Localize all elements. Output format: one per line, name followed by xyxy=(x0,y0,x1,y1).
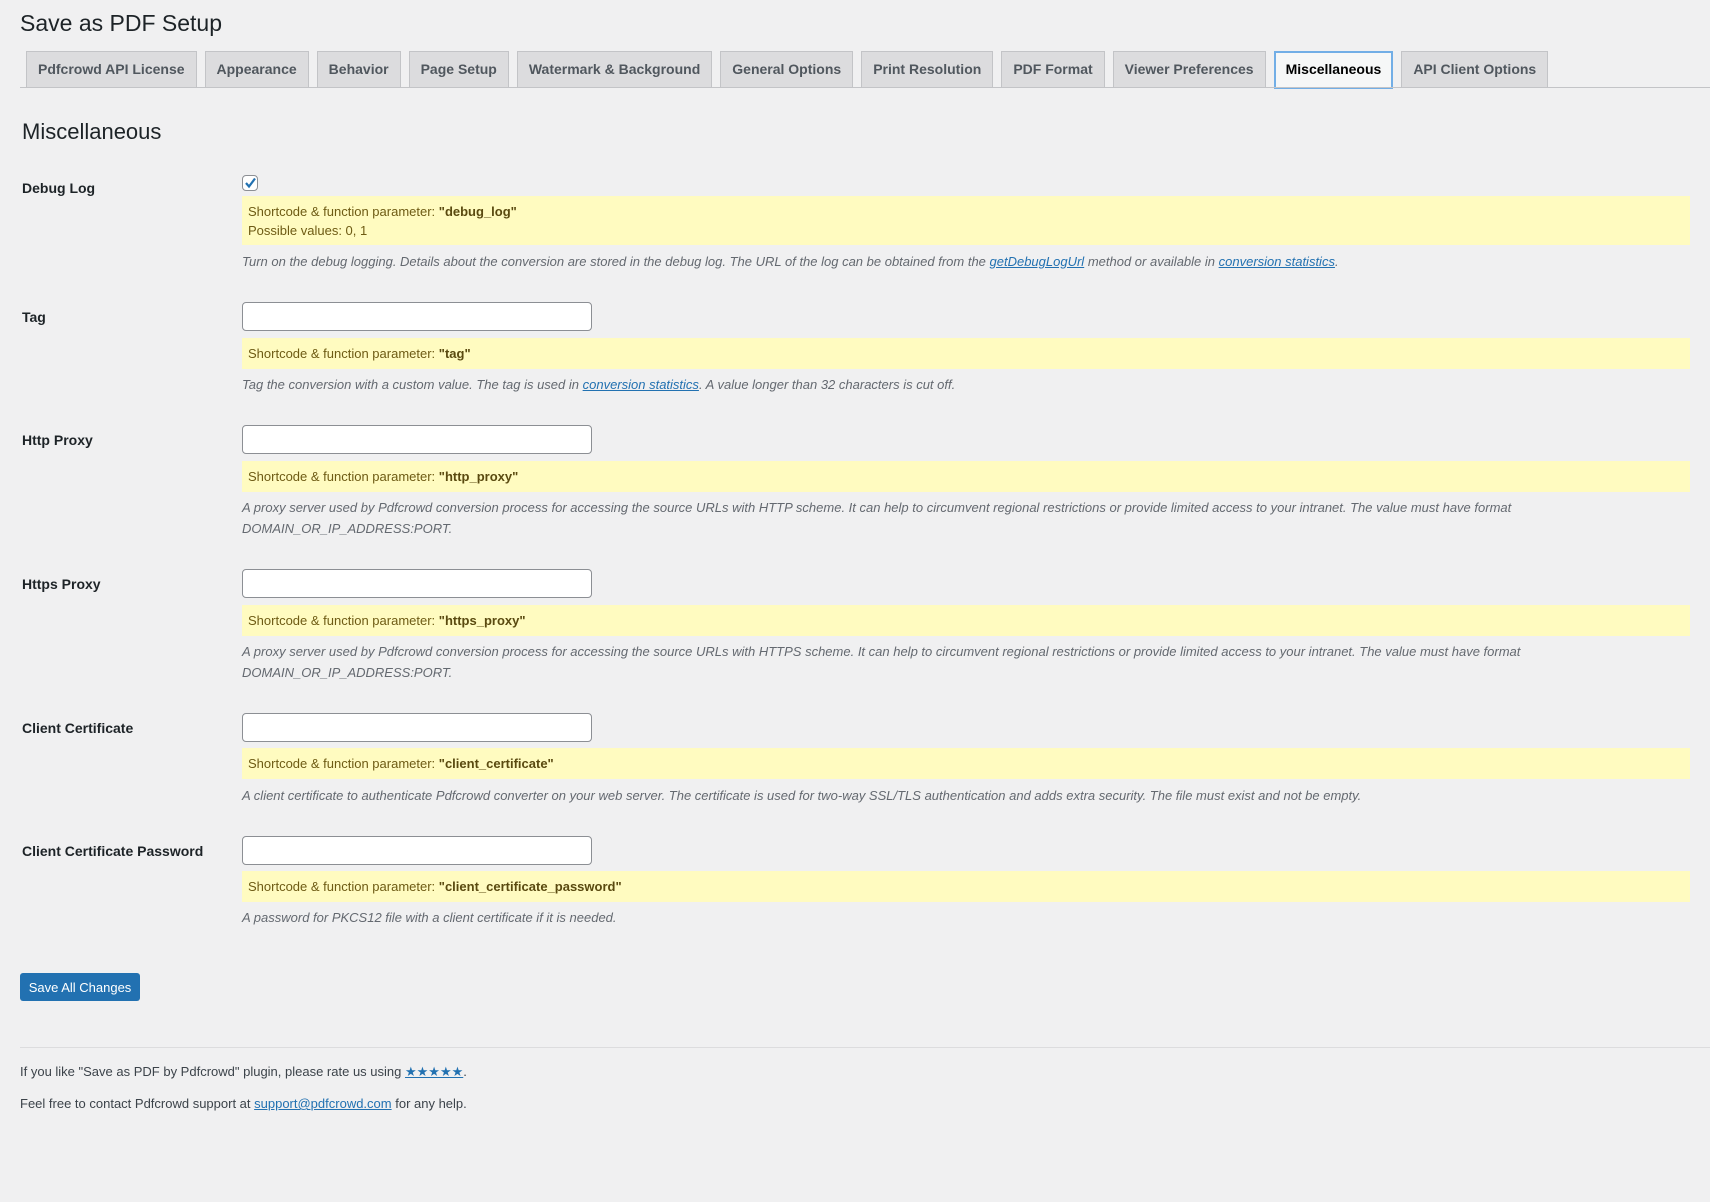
param-prefix: Shortcode & function parameter: xyxy=(248,203,439,219)
param-name: "http_proxy" xyxy=(438,469,519,484)
client-certificate-param-note: Shortcode & function parameter: "client_… xyxy=(242,748,1690,779)
tab-divider xyxy=(20,87,1710,88)
tab-watermark-background[interactable]: Watermark & Background xyxy=(516,51,713,87)
rate-text-end: . xyxy=(463,1064,467,1079)
tag-description: Tag the conversion with a custom value. … xyxy=(242,374,1682,395)
debug-log-label: Debug Log xyxy=(22,180,96,196)
param-prefix: Shortcode & function parameter: xyxy=(248,346,439,361)
support-email-link[interactable]: support@pdfcrowd.com xyxy=(254,1096,391,1111)
rate-text: If you like "Save as PDF by Pdfcrowd" pl… xyxy=(20,1064,467,1080)
debug-log-param-note: Shortcode & function parameter: "debug_l… xyxy=(242,196,1690,245)
https-proxy-label: Https Proxy xyxy=(22,576,101,592)
possible-values: Possible values: 0, 1 xyxy=(248,222,368,238)
desc-text: method or available in xyxy=(1084,254,1219,269)
desc-text: Tag the conversion with a custom value. … xyxy=(242,377,583,392)
debug-log-description: Turn on the debug logging. Details about… xyxy=(242,251,1682,272)
http-proxy-input[interactable] xyxy=(242,425,592,454)
tab-pdf-format[interactable]: PDF Format xyxy=(1001,51,1105,87)
debug-log-checkbox[interactable] xyxy=(242,175,258,191)
client-certificate-password-param-note: Shortcode & function parameter: "client_… xyxy=(242,871,1690,902)
client-certificate-description: A client certificate to authenticate Pdf… xyxy=(242,788,1362,803)
tab-miscellaneous[interactable]: Miscellaneous xyxy=(1273,51,1394,89)
tab-behavior[interactable]: Behavior xyxy=(316,51,401,87)
desc-text: . A value longer than 32 characters is c… xyxy=(698,377,956,392)
conversion-statistics-link[interactable]: conversion statistics xyxy=(583,377,699,392)
client-certificate-password-input[interactable] xyxy=(242,836,592,865)
https-proxy-input[interactable] xyxy=(242,569,592,598)
param-name: "tag" xyxy=(438,346,471,361)
desc-text: Turn on the debug logging. Details about… xyxy=(242,254,990,269)
tab-api-client-options[interactable]: API Client Options xyxy=(1401,51,1549,87)
tab-print-resolution[interactable]: Print Resolution xyxy=(861,51,994,87)
contact-text-end: for any help. xyxy=(391,1096,467,1111)
tab-bar: Pdfcrowd API License Appearance Behavior… xyxy=(26,51,1549,89)
rate-stars-link[interactable]: ★★★★★ xyxy=(405,1064,463,1079)
tab-general-options[interactable]: General Options xyxy=(720,51,854,87)
rate-text-label: If you like "Save as PDF by Pdfcrowd" pl… xyxy=(20,1064,405,1079)
param-name: "debug_log" xyxy=(438,203,517,219)
client-certificate-label: Client Certificate xyxy=(22,720,134,736)
page-title: Save as PDF Setup xyxy=(20,10,222,36)
tab-api-license[interactable]: Pdfcrowd API License xyxy=(26,51,197,87)
footer-divider xyxy=(20,1047,1710,1048)
client-certificate-password-description: A password for PKCS12 file with a client… xyxy=(242,910,617,925)
param-prefix: Shortcode & function parameter: xyxy=(248,879,439,894)
http-proxy-description: A proxy server used by Pdfcrowd conversi… xyxy=(242,500,1512,536)
param-name: "client_certificate_password" xyxy=(438,879,622,894)
param-name: "client_certificate" xyxy=(438,756,554,771)
contact-text: Feel free to contact Pdfcrowd support at… xyxy=(20,1096,467,1111)
https-proxy-description: A proxy server used by Pdfcrowd conversi… xyxy=(242,644,1521,680)
param-prefix: Shortcode & function parameter: xyxy=(248,469,439,484)
section-title: Miscellaneous xyxy=(22,119,162,144)
contact-text-label: Feel free to contact Pdfcrowd support at xyxy=(20,1096,255,1111)
get-debug-log-url-link[interactable]: getDebugLogUrl xyxy=(990,254,1085,269)
desc-text: . xyxy=(1334,254,1339,269)
tab-page-setup[interactable]: Page Setup xyxy=(408,51,509,87)
tab-appearance[interactable]: Appearance xyxy=(204,51,309,87)
client-certificate-input[interactable] xyxy=(242,713,592,742)
https-proxy-param-note: Shortcode & function parameter: "https_p… xyxy=(242,605,1690,636)
save-all-changes-button[interactable]: Save All Changes xyxy=(20,973,140,1001)
client-certificate-password-label: Client Certificate Password xyxy=(22,843,204,859)
param-prefix: Shortcode & function parameter: xyxy=(248,613,439,628)
tab-viewer-preferences[interactable]: Viewer Preferences xyxy=(1112,51,1266,87)
tag-label: Tag xyxy=(22,309,46,325)
tag-input[interactable] xyxy=(242,302,592,331)
tag-param-note: Shortcode & function parameter: "tag" xyxy=(242,338,1690,369)
param-name: "https_proxy" xyxy=(438,613,526,628)
http-proxy-label: Http Proxy xyxy=(22,432,93,448)
conversion-statistics-link[interactable]: conversion statistics xyxy=(1219,254,1335,269)
http-proxy-param-note: Shortcode & function parameter: "http_pr… xyxy=(242,461,1690,492)
checkmark-icon xyxy=(245,177,256,189)
param-prefix: Shortcode & function parameter: xyxy=(248,756,439,771)
